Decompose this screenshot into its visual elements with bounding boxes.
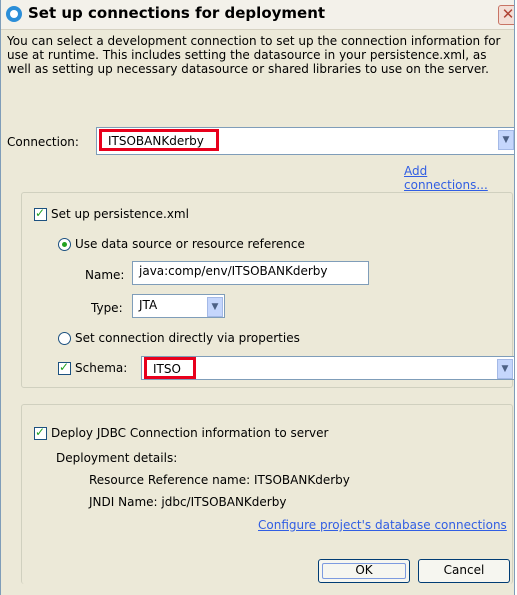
- jndi-name-text: JNDI Name: jdbc/ITSOBANKderby: [89, 495, 287, 509]
- app-icon: [6, 6, 22, 22]
- add-connections-link[interactable]: Add connections...: [404, 164, 514, 192]
- connection-select[interactable]: ITSOBANKderby ▼: [96, 127, 514, 155]
- set-directly-radio[interactable]: [58, 332, 71, 345]
- deployment-dialog: Set up connections for deployment ✕ You …: [0, 0, 515, 595]
- ok-button[interactable]: OK: [318, 559, 410, 583]
- chevron-down-icon[interactable]: ▼: [497, 359, 513, 379]
- close-icon[interactable]: ✕: [498, 5, 514, 25]
- use-datasource-radio[interactable]: [58, 238, 71, 251]
- deployment-details-label: Deployment details:: [56, 451, 178, 465]
- dialog-title: Set up connections for deployment: [28, 4, 326, 22]
- chevron-down-icon[interactable]: ▼: [207, 297, 223, 317]
- cancel-button[interactable]: Cancel: [418, 559, 510, 583]
- cancel-button-label: Cancel: [443, 563, 485, 577]
- type-label: Type:: [91, 301, 123, 315]
- persistence-checkbox[interactable]: [34, 206, 47, 221]
- use-datasource-label: Use data source or resource reference: [75, 237, 305, 251]
- connection-label: Connection:: [7, 135, 79, 149]
- schema-label: Schema:: [75, 361, 128, 375]
- set-directly-label: Set connection directly via properties: [75, 331, 300, 345]
- chevron-down-icon[interactable]: ▼: [498, 130, 514, 150]
- name-input[interactable]: java:comp/env/ITSOBANKderby: [132, 261, 369, 285]
- connection-value: ITSOBANKderby: [99, 129, 219, 151]
- type-value: JTA: [139, 298, 158, 312]
- deploy-checkbox[interactable]: [34, 425, 47, 440]
- schema-checkbox[interactable]: [58, 360, 71, 375]
- schema-value: ITSO: [144, 357, 196, 379]
- description-text: You can select a development connection …: [7, 34, 501, 76]
- title-bar[interactable]: Set up connections for deployment ✕: [1, 0, 514, 30]
- deploy-checkbox-label: Deploy JDBC Connection information to se…: [51, 426, 329, 440]
- type-select[interactable]: JTA ▼: [132, 294, 225, 318]
- name-label: Name:: [85, 268, 125, 282]
- persistence-checkbox-label: Set up persistence.xml: [51, 207, 189, 221]
- schema-select[interactable]: ITSO ▼: [141, 356, 514, 380]
- resource-reference-text: Resource Reference name: ITSOBANKderby: [89, 473, 350, 487]
- ok-focus-ring: [322, 563, 406, 579]
- configure-connections-link[interactable]: Configure project's database connections: [258, 518, 507, 532]
